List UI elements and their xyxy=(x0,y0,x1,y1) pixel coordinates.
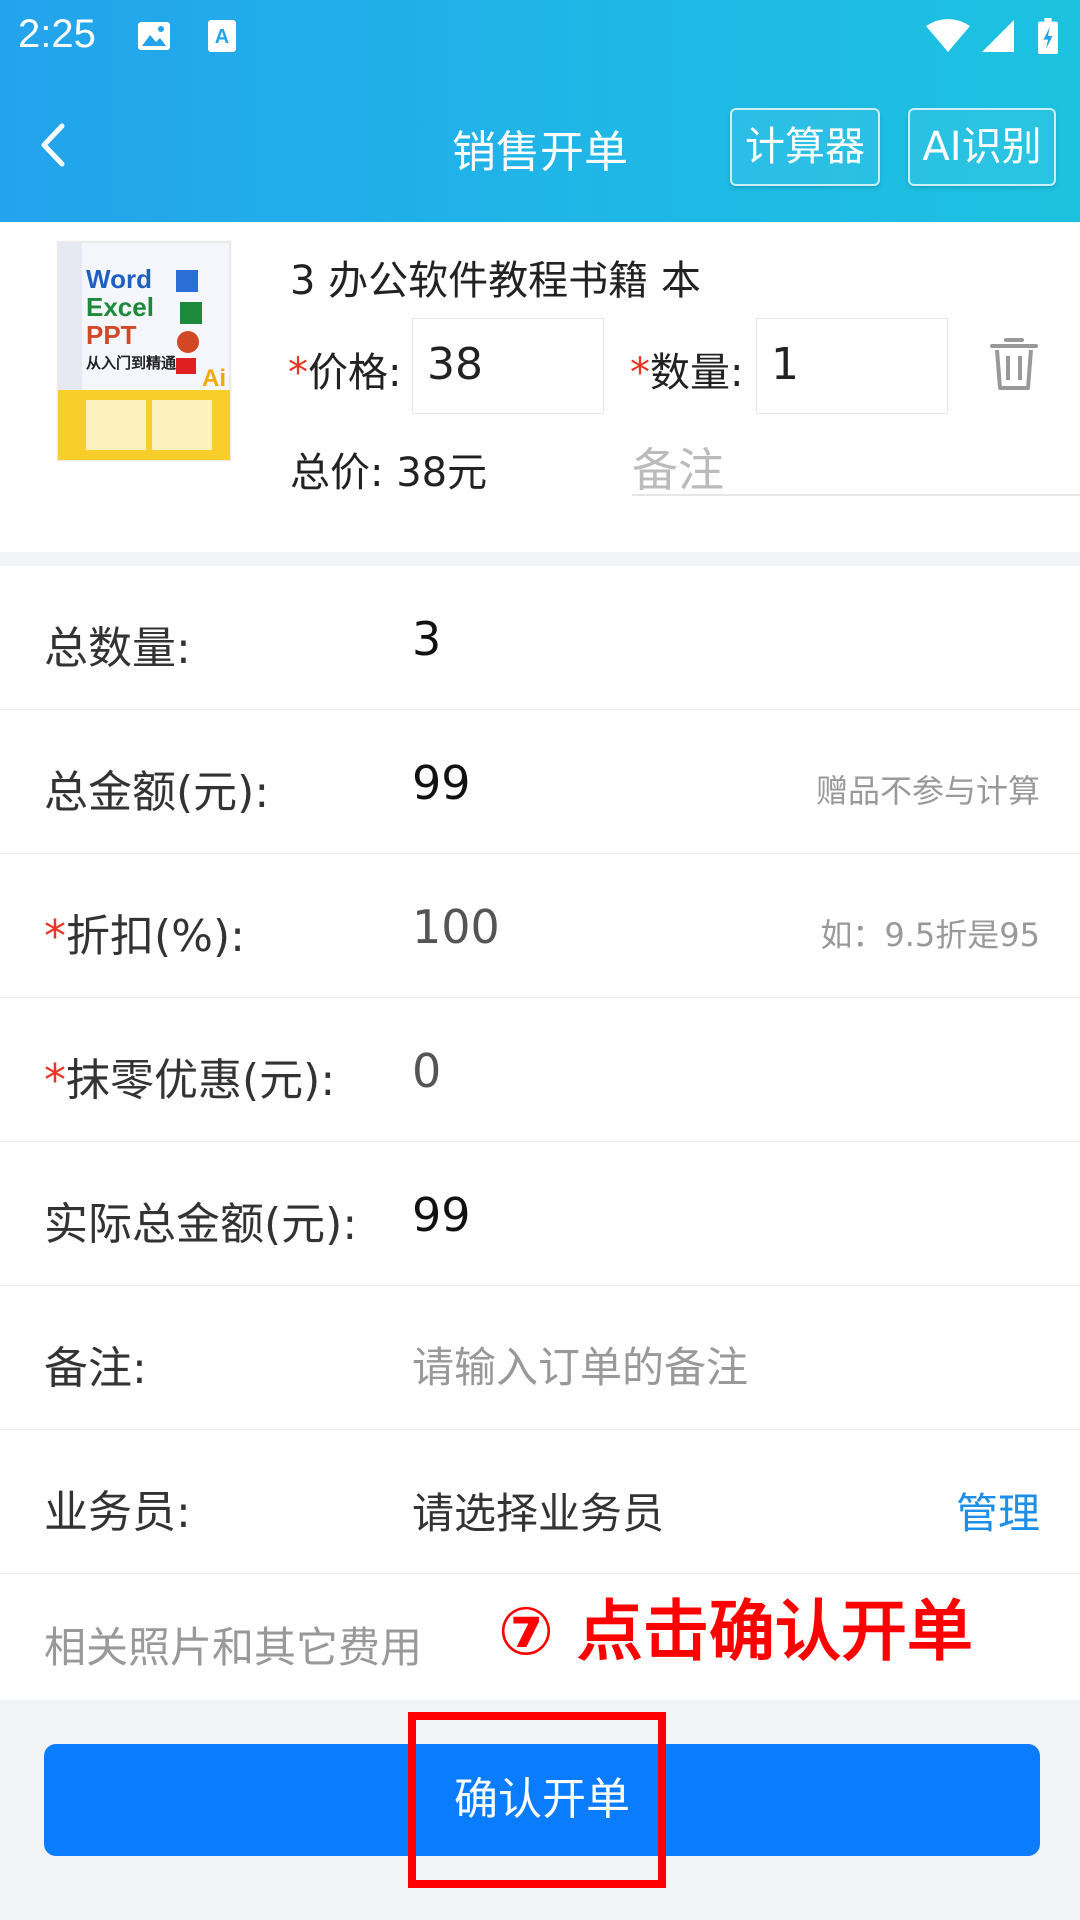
price-input[interactable]: 38 xyxy=(412,318,604,414)
status-bar: 2:25 A xyxy=(0,0,1080,72)
back-arrow-icon[interactable] xyxy=(34,120,74,170)
total-amount-label: 总金额(元): xyxy=(44,767,270,818)
total-amount-row: 总金额(元): 99 赠品不参与计算 xyxy=(0,710,1080,854)
note-input[interactable]: 请输入订单的备注 xyxy=(412,1334,748,1395)
discount-label: *折扣(%): xyxy=(44,911,245,962)
svg-text:Ai: Ai xyxy=(202,365,226,392)
salesman-label: 业务员: xyxy=(44,1487,191,1538)
note-row[interactable]: 备注: 请输入订单的备注 xyxy=(0,1286,1080,1430)
status-time: 2:25 xyxy=(18,12,96,56)
product-image[interactable]: Word Excel PPT 从入门到精通 Ai xyxy=(56,240,232,462)
svg-text:从入门到精通: 从入门到精通 xyxy=(86,354,176,372)
ai-recognize-button[interactable]: AI识别 xyxy=(908,108,1056,186)
calculator-button[interactable]: 计算器 xyxy=(730,108,880,186)
order-form: 总数量: 3 总金额(元): 99 赠品不参与计算 *折扣(%): 100 如：… xyxy=(0,566,1080,1701)
quantity-input[interactable]: 1 xyxy=(756,318,948,414)
actual-amount-label: 实际总金额(元): xyxy=(44,1199,358,1250)
note-label: 备注: xyxy=(44,1343,147,1394)
trash-icon[interactable] xyxy=(988,334,1040,392)
app-notification-icon: A xyxy=(208,20,236,52)
actual-amount-row: 实际总金额(元): 99 xyxy=(0,1142,1080,1286)
total-amount-value: 99 xyxy=(412,756,471,810)
product-total: 总价: 38元 xyxy=(290,450,488,496)
price-label: *价格: xyxy=(288,350,402,396)
actual-amount-value: 99 xyxy=(412,1188,471,1242)
product-name: 3 办公软件教程书籍 本 xyxy=(290,258,701,304)
annotation-text: ⑦ 点击确认开单 xyxy=(498,1593,973,1670)
annotation-highlight-box xyxy=(408,1712,666,1888)
total-quantity-label: 总数量: xyxy=(44,623,191,674)
rounding-label: *抹零优惠(元): xyxy=(44,1055,336,1106)
total-quantity-row: 总数量: 3 xyxy=(0,566,1080,710)
app-header: 2:25 A 销售开单 计算器 AI识别 xyxy=(0,0,1080,222)
manage-link[interactable]: 管理 xyxy=(956,1480,1040,1541)
total-quantity-value: 3 xyxy=(412,612,442,666)
svg-text:Word: Word xyxy=(86,264,152,294)
product-remark-input[interactable]: 备注 xyxy=(632,434,1080,497)
signal-icon xyxy=(982,20,1014,52)
battery-icon xyxy=(1038,18,1058,54)
svg-text:PPT: PPT xyxy=(86,320,137,350)
svg-text:Excel: Excel xyxy=(86,292,154,322)
rounding-input[interactable]: 0 xyxy=(412,1044,441,1098)
wifi-icon xyxy=(926,19,970,52)
image-notification-icon xyxy=(138,22,170,50)
salesman-row[interactable]: 业务员: 请选择业务员 管理 xyxy=(0,1430,1080,1574)
page-title: 销售开单 xyxy=(452,127,628,178)
svg-text:A: A xyxy=(215,26,229,48)
discount-hint: 如：9.5折是95 xyxy=(820,916,1040,954)
quantity-label: *数量: xyxy=(630,350,744,396)
gift-hint: 赠品不参与计算 xyxy=(815,772,1040,810)
discount-input[interactable]: 100 xyxy=(412,900,500,954)
discount-row[interactable]: *折扣(%): 100 如：9.5折是95 xyxy=(0,854,1080,998)
product-card: Word Excel PPT 从入门到精通 Ai 3 办公软件教程书籍 本 *价… xyxy=(0,222,1080,552)
photos-and-fees[interactable]: 相关照片和其它费用 xyxy=(44,1614,422,1675)
rounding-row[interactable]: *抹零优惠(元): 0 xyxy=(0,998,1080,1142)
salesman-select[interactable]: 请选择业务员 xyxy=(412,1480,664,1541)
